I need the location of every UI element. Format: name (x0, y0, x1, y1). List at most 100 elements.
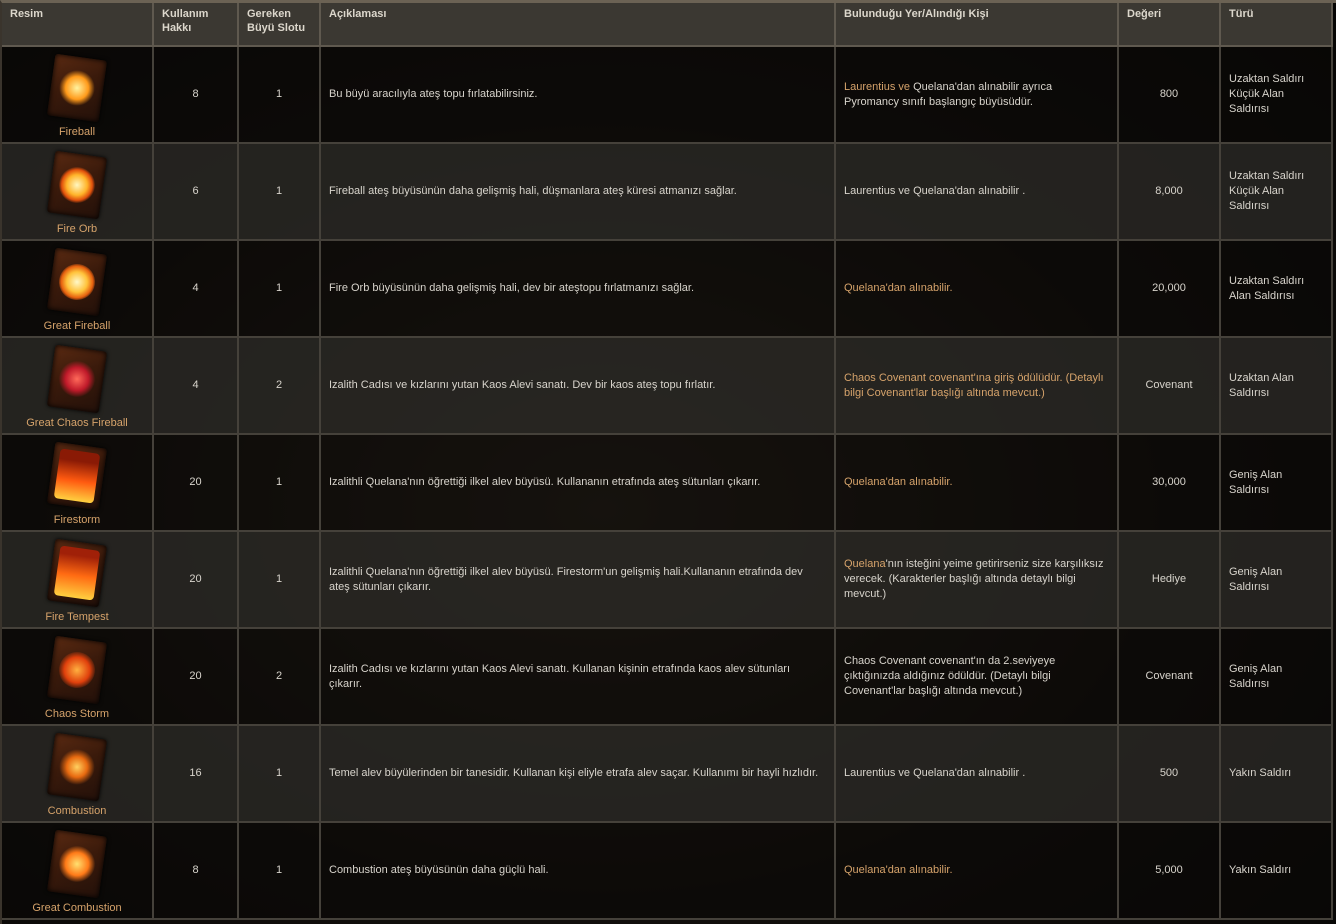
spell-name: Fireball (58, 126, 96, 138)
location-highlight: Quelana'dan alınabilir. (844, 476, 953, 488)
table-row-1: Fireball 8 1 Bu büyü aracılıyla ateş top… (2, 46, 1333, 144)
description-cell: Izalithli Quelana'nın öğrettiği ilkel al… (320, 434, 836, 532)
location-cell: Chaos Covenant covenant'ın da 2.seviyeye… (835, 628, 1119, 726)
fire-orb-icon (46, 150, 108, 220)
location-highlight: Chaos Covenant covenant'ına giriş ödülüd… (844, 371, 1104, 399)
type-cell: Uzaktan Saldırı Küçük Alan Saldırısı (1220, 46, 1333, 144)
table-row-6: Fire Tempest 20 1 Izalithli Quelana'nın … (2, 531, 1333, 629)
description-cell: Izalithli Quelana'nın öğrettiği ilkel al… (320, 531, 836, 629)
value-cell: Covenant (1118, 628, 1221, 726)
combustion-icon (46, 732, 108, 802)
description-cell: Izalith Cadısı ve kızlarını yutan Kaos A… (320, 628, 836, 726)
value-cell: 30,000 (1118, 434, 1221, 532)
spell-image-cell: Fireball (2, 46, 154, 144)
spell-name: Great Fireball (43, 320, 111, 332)
description-cell: Temel alev büyülerinden bir tanesidir. K… (320, 725, 836, 823)
header-type: Türü (1220, 3, 1333, 47)
flame-glow (56, 358, 98, 400)
flame-glow (56, 746, 98, 788)
value-cell: 8,000 (1118, 143, 1221, 241)
type-cell: Uzaktan Alan Saldırısı (1220, 337, 1333, 435)
spell-name: Fire Orb (56, 223, 98, 235)
flame-glow (56, 261, 98, 303)
spell-name: Firestorm (53, 514, 101, 526)
header-description: Açıklaması (320, 3, 836, 47)
table-row-7: Chaos Storm 20 2 Izalith Cadısı ve kızla… (2, 628, 1333, 726)
description-cell: Bu büyü aracılıyla ateş topu fırlatabili… (320, 46, 836, 144)
slots-cell: 2 (238, 628, 321, 726)
value-cell: 500 (1118, 725, 1221, 823)
value-cell: Covenant (1118, 337, 1221, 435)
fire-tempest-icon (46, 538, 108, 608)
firestorm-icon (46, 441, 108, 511)
location-text: Laurentius ve Quelana'dan alınabilir . (844, 185, 1026, 197)
type-cell: Uzaktan Saldırı Küçük Alan Saldırısı (1220, 143, 1333, 241)
type-cell: Geniş Alan Saldırısı (1220, 531, 1333, 629)
spell-name: Chaos Storm (44, 708, 110, 720)
flame-glow (56, 649, 98, 691)
slots-cell: 1 (238, 143, 321, 241)
value-cell: 5,000 (1118, 822, 1221, 920)
slots-cell: 1 (238, 822, 321, 920)
location-cell: Quelana'dan alınabilir. (835, 240, 1119, 338)
uses-cell: 20 (153, 434, 239, 532)
location-highlight: Laurentius ve (844, 80, 911, 93)
uses-cell: 20 (153, 531, 239, 629)
location-cell: Laurentius ve Quelana'dan alınabilir ayr… (835, 46, 1119, 144)
flame-glow (56, 843, 98, 885)
great-chaos-fireball-icon (46, 344, 108, 414)
table-row-3: Great Fireball 4 1 Fire Orb büyüsünün da… (2, 240, 1333, 338)
uses-cell: 4 (153, 240, 239, 338)
spell-name: Fire Tempest (45, 611, 109, 623)
type-cell: Yakın Saldırı (1220, 822, 1333, 920)
flame-glow (53, 448, 101, 504)
uses-cell: 6 (153, 143, 239, 241)
table-row-4: Great Chaos Fireball 4 2 Izalith Cadısı … (2, 337, 1333, 435)
value-cell: 20,000 (1118, 240, 1221, 338)
spell-name: Combustion (47, 805, 107, 817)
table-row-9: Great Combustion 8 1 Combustion ateş büy… (2, 822, 1333, 920)
table-row-2: Fire Orb 6 1 Fireball ateş büyüsünün dah… (2, 143, 1333, 241)
spell-image-cell: Great Chaos Fireball (2, 337, 154, 435)
slots-cell: 1 (238, 531, 321, 629)
type-cell: Yakın Saldırı (1220, 725, 1333, 823)
header-slots: Gereken Büyü Slotu (238, 3, 321, 47)
spell-image-cell: Great Fireball (2, 240, 154, 338)
chaos-storm-icon (46, 635, 108, 705)
location-cell: Laurentius ve Quelana'dan alınabilir . (835, 143, 1119, 241)
fireball-icon (46, 53, 108, 123)
description-cell: Izalith Cadısı ve kızlarını yutan Kaos A… (320, 337, 836, 435)
location-highlight: Quelana'dan alınabilir. (844, 864, 953, 876)
uses-cell: 4 (153, 337, 239, 435)
spell-image-cell: Chaos Storm (2, 628, 154, 726)
slots-cell: 2 (238, 337, 321, 435)
slots-cell: 1 (238, 725, 321, 823)
table-row-5: Firestorm 20 1 Izalithli Quelana'nın öğr… (2, 434, 1333, 532)
header-row: Resim Kullanım Hakkı Gereken Büyü Slotu … (2, 3, 1333, 47)
spell-image-cell: Firestorm (2, 434, 154, 532)
header-uses: Kullanım Hakkı (153, 3, 239, 47)
spell-name: Great Chaos Fireball (26, 417, 128, 429)
location-cell: Quelana'dan alınabilir. (835, 822, 1119, 920)
type-cell: Uzaktan Saldırı Alan Saldırısı (1220, 240, 1333, 338)
location-highlight: Quelana'dan alınabilir. (844, 282, 953, 294)
flame-glow (56, 67, 98, 109)
uses-cell: 8 (153, 822, 239, 920)
flame-glow (56, 164, 98, 206)
type-cell: Geniş Alan Saldırısı (1220, 434, 1333, 532)
uses-cell: 16 (153, 725, 239, 823)
flame-glow (53, 545, 101, 601)
description-cell: Fire Orb büyüsünün daha gelişmiş hali, d… (320, 240, 836, 338)
description-cell: Combustion ateş büyüsünün daha güçlü hal… (320, 822, 836, 920)
header-image: Resim (2, 3, 154, 47)
value-cell: Hediye (1118, 531, 1221, 629)
value-cell: 800 (1118, 46, 1221, 144)
slots-cell: 1 (238, 240, 321, 338)
uses-cell: 8 (153, 46, 239, 144)
slots-cell: 1 (238, 46, 321, 144)
description-cell: Fireball ateş büyüsünün daha gelişmiş ha… (320, 143, 836, 241)
header-value: Değeri (1118, 3, 1221, 47)
location-cell: Laurentius ve Quelana'dan alınabilir . (835, 725, 1119, 823)
type-cell: Geniş Alan Saldırısı (1220, 628, 1333, 726)
uses-cell: 20 (153, 628, 239, 726)
